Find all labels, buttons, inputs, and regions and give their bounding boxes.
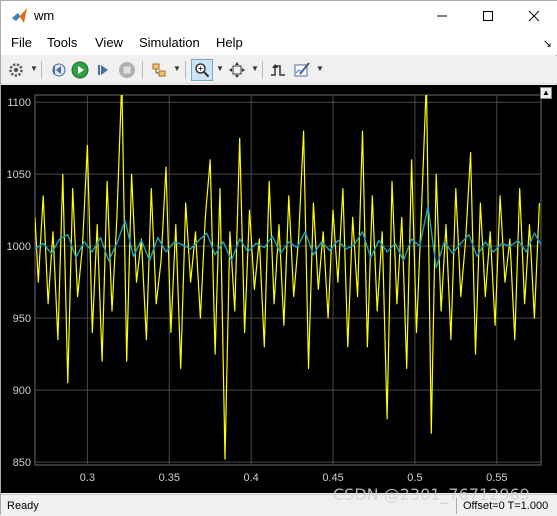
toolbar: ▼ ▼ ▼ ▼ ▼ — [1, 56, 557, 84]
toolbar-separator — [185, 61, 186, 79]
toolbar-separator — [142, 61, 143, 79]
y-tick-label: 900 — [13, 385, 31, 397]
configuration-dropdown-icon[interactable]: ▼ — [30, 64, 38, 73]
stop-icon — [119, 62, 135, 78]
menu-bar: File Tools View Simulation Help ↘ — [1, 31, 557, 55]
x-tick-label: 0.4 — [244, 472, 259, 484]
expand-axes-button[interactable]: ▲ — [540, 87, 552, 99]
zoom-icon — [195, 63, 210, 78]
configuration-button[interactable] — [5, 59, 27, 81]
y-tick-label: 950 — [13, 313, 31, 325]
plot-area[interactable]: 0.3 0.35 0.4 0.45 0.5 0.55 850 900 950 1000 1050 11… — [1, 85, 557, 493]
step-forward-button[interactable] — [92, 59, 114, 81]
stop-button[interactable] — [116, 59, 138, 81]
style-dropdown-icon[interactable]: ▼ — [316, 64, 324, 73]
x-tick-label: 0.5 — [407, 472, 422, 484]
close-button[interactable] — [511, 1, 557, 31]
scope-chart[interactable]: 0.3 0.35 0.4 0.45 0.5 0.55 850 900 950 1000 1050 11… — [1, 85, 557, 493]
maximize-button[interactable] — [465, 1, 511, 31]
highlight-simulink-block-button[interactable] — [148, 59, 170, 81]
watermark: CSDN @2301_76712969 — [333, 485, 530, 504]
maximize-icon — [483, 11, 493, 21]
toolbar-separator — [41, 61, 42, 79]
highlight-icon — [152, 63, 166, 77]
menu-simulation[interactable]: Simulation — [139, 35, 200, 50]
run-button[interactable] — [69, 59, 91, 81]
status-text: Ready — [7, 500, 39, 512]
minimize-icon — [437, 15, 447, 17]
rewind-icon — [52, 63, 66, 77]
menu-file[interactable]: File — [11, 35, 32, 50]
y-tick-label: 1050 — [7, 169, 31, 181]
y-tick-label: 850 — [13, 457, 31, 469]
style-button[interactable] — [291, 59, 313, 81]
highlight-dropdown-icon[interactable]: ▼ — [173, 64, 181, 73]
scope-window: wm File Tools View Simulation Help ↘ ▼ ▼… — [0, 0, 557, 516]
title-bar[interactable]: wm — [1, 1, 557, 31]
x-tick-label: 0.3 — [80, 472, 95, 484]
run-icon — [71, 61, 89, 79]
step-back-button[interactable] — [47, 59, 69, 81]
expand-icon: ▲ — [542, 88, 550, 97]
matlab-logo-icon — [12, 8, 27, 23]
x-tick-label: 0.35 — [159, 472, 180, 484]
menu-view[interactable]: View — [95, 35, 123, 50]
zoom-dropdown-icon[interactable]: ▼ — [216, 64, 224, 73]
triggers-icon — [271, 64, 285, 76]
x-tick-label: 0.45 — [322, 472, 343, 484]
dock-arrow-icon[interactable]: ↘ — [543, 37, 552, 50]
y-tick-label: 1000 — [7, 241, 31, 253]
y-tick-label: 1100 — [7, 97, 31, 109]
triggers-button[interactable] — [267, 59, 289, 81]
menu-tools[interactable]: Tools — [47, 35, 77, 50]
x-tick-label: 0.55 — [486, 472, 507, 484]
fit-to-view-button[interactable] — [226, 59, 248, 81]
toolbar-separator — [262, 61, 263, 79]
menu-help[interactable]: Help — [216, 35, 243, 50]
fit-to-view-icon — [229, 62, 245, 78]
minimize-button[interactable] — [419, 1, 465, 31]
fit-dropdown-icon[interactable]: ▼ — [251, 64, 259, 73]
zoom-in-button[interactable] — [191, 59, 213, 81]
close-icon — [528, 10, 540, 22]
step-forward-icon — [98, 65, 108, 75]
window-title: wm — [34, 8, 55, 23]
style-icon — [294, 62, 310, 77]
gear-icon — [9, 63, 23, 77]
